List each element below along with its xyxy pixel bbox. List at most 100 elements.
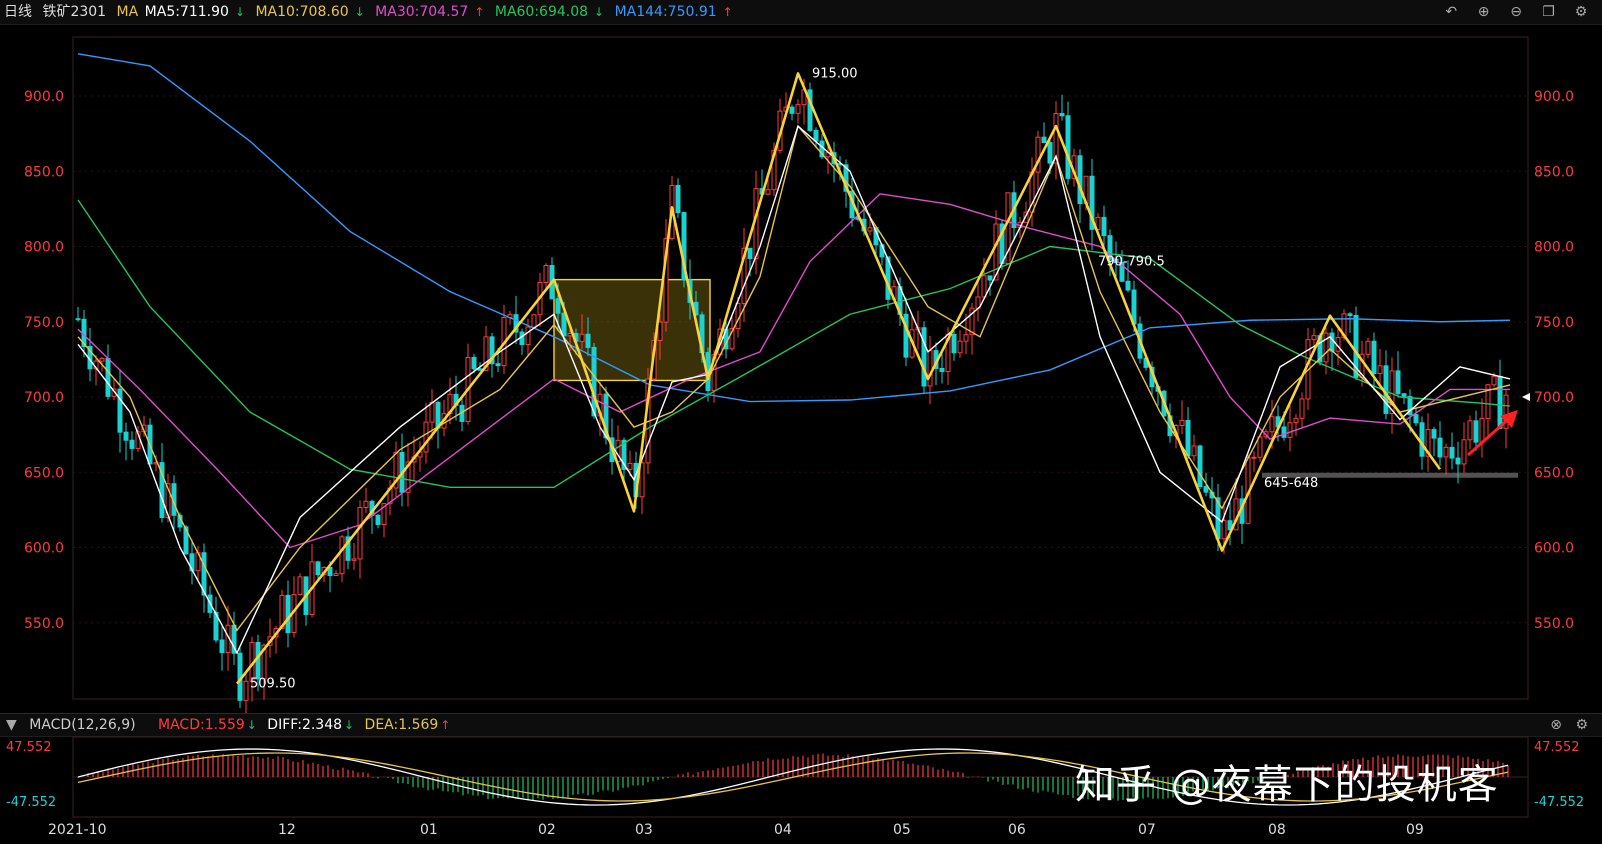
candle-body: [1311, 335, 1317, 341]
macd-settings-icon[interactable]: ⚙: [1575, 714, 1588, 736]
candle-body: [129, 439, 135, 449]
candle-body: [471, 356, 477, 370]
dea-value: DEA:1.569: [364, 717, 439, 733]
settings-icon[interactable]: ⚙: [1570, 0, 1592, 24]
candle-body: [1185, 419, 1191, 457]
y-tick-label: 650.0: [1534, 465, 1574, 481]
undo-icon[interactable]: ↶: [1440, 0, 1462, 24]
candle-body: [375, 514, 381, 525]
candle-body: [1383, 365, 1389, 414]
price-chart[interactable]: 900.0 850.0 800.0 750.0 700.0 650.0 600.0 550.0…: [0, 24, 1602, 713]
y-tick-label: 750.0: [24, 315, 64, 331]
instrument-label[interactable]: 铁矿2301: [42, 0, 106, 24]
date-axis: 2021-10 12 01 02 03 04 05 06 07 08 09: [0, 818, 1602, 844]
candle-body: [921, 327, 927, 387]
candle-body: [1467, 420, 1473, 441]
ma144-value: MA144:750.91: [614, 4, 717, 20]
macd-top-label-right: 47.552: [1534, 740, 1580, 755]
y-tick-label: 700.0: [24, 390, 64, 406]
candle-body: [1461, 439, 1467, 465]
candle-body: [951, 333, 957, 354]
candle-body: [1323, 332, 1329, 363]
candle-body: [747, 247, 753, 260]
macd-indicator-name[interactable]: MACD(12,26,9): [29, 714, 135, 736]
candle-body: [1281, 426, 1287, 438]
candle-body: [1371, 340, 1377, 375]
candle-body: [1479, 417, 1485, 443]
candle-body: [243, 680, 249, 701]
y-tick-label: 850.0: [24, 164, 64, 180]
candle-body: [627, 462, 633, 470]
candle-body: [1491, 375, 1497, 386]
x-tick-label: 07: [1138, 822, 1156, 838]
x-tick-label: 08: [1268, 822, 1286, 838]
candle-body: [339, 536, 345, 575]
candle-body: [1257, 436, 1263, 458]
ma60-line: [77, 199, 1511, 488]
candle-body: [1059, 113, 1065, 117]
ma5-down-arrow-icon: ↓: [234, 5, 245, 19]
candle-body: [675, 184, 681, 214]
x-tick-label: 06: [1008, 822, 1026, 838]
y-tick-label: 750.0: [1534, 315, 1574, 331]
candle-body: [1455, 457, 1461, 465]
low-annotation: 509.50: [250, 677, 296, 692]
y-axis-left: 900.0 850.0 800.0 750.0 700.0 650.0 600.0 550.0: [24, 89, 64, 632]
window-icon[interactable]: ❐: [1538, 0, 1560, 24]
diff-down-arrow-icon: ↓: [344, 718, 355, 732]
candle-body: [795, 104, 801, 114]
candle-body: [957, 340, 963, 354]
candle-body: [1377, 365, 1383, 375]
candle-body: [1077, 155, 1083, 205]
candle-body: [1443, 446, 1449, 458]
chart-header: 日线 铁矿2301 MA MA5:711.90 ↓ MA10:708.60 ↓ MA…: [0, 0, 1602, 25]
candle-body: [1329, 332, 1335, 352]
y-tick-label: 550.0: [24, 616, 64, 632]
candle-body: [1287, 422, 1293, 438]
ma30-up-arrow-icon: ↑: [474, 5, 485, 19]
candle-body: [1203, 486, 1209, 493]
candle-body: [1191, 445, 1197, 457]
candle-body: [1221, 520, 1227, 540]
candle-body: [423, 421, 429, 453]
candle-body: [555, 298, 561, 314]
period-label[interactable]: 日线: [4, 0, 32, 24]
candle-body: [285, 594, 291, 634]
candle-body: [585, 333, 591, 348]
x-tick-label: 09: [1406, 822, 1424, 838]
ma10-down-arrow-icon: ↓: [354, 5, 365, 19]
macd-down-arrow-icon: ↓: [246, 718, 257, 732]
candle-body: [1047, 142, 1053, 164]
candle-body: [315, 561, 321, 576]
collapse-icon[interactable]: ▼: [6, 714, 17, 736]
candle-body: [531, 314, 537, 328]
dea-up-arrow-icon: ↑: [440, 718, 451, 732]
y-tick-label: 600.0: [1534, 541, 1574, 557]
candle-body: [939, 367, 945, 372]
zoom-in-icon[interactable]: ⊕: [1473, 0, 1495, 24]
high-annotation: 915.00: [812, 66, 858, 81]
candle-body: [1197, 445, 1203, 488]
moving-average-lines: [77, 53, 1511, 655]
zoom-out-icon[interactable]: ⊖: [1505, 0, 1527, 24]
diff-value: DIFF:2.348: [267, 717, 343, 733]
candle-body: [1041, 136, 1047, 144]
macd-value: MACD:1.559: [158, 717, 245, 733]
candle-body: [867, 227, 873, 232]
candle-body: [219, 639, 225, 654]
candle-body: [99, 358, 105, 362]
candle-body: [495, 363, 501, 367]
ma-indicator-label[interactable]: MA: [117, 0, 139, 24]
ma60-down-arrow-icon: ↓: [594, 5, 605, 19]
candle-body: [351, 558, 357, 561]
candle-body: [1101, 216, 1107, 237]
candle-body: [1437, 437, 1443, 458]
close-icon[interactable]: ⊗: [1550, 714, 1562, 736]
candle-body: [363, 500, 369, 508]
macd-header: ▼ MACD(12,26,9) MACD:1.559 ↓ DIFF:2.348 ↓ …: [0, 713, 1602, 737]
x-tick-label: 01: [420, 822, 438, 838]
candle-body: [429, 401, 435, 423]
candle-body: [1395, 370, 1401, 395]
x-tick-label: 04: [774, 822, 792, 838]
ma60-value: MA60:694.08: [494, 4, 589, 20]
